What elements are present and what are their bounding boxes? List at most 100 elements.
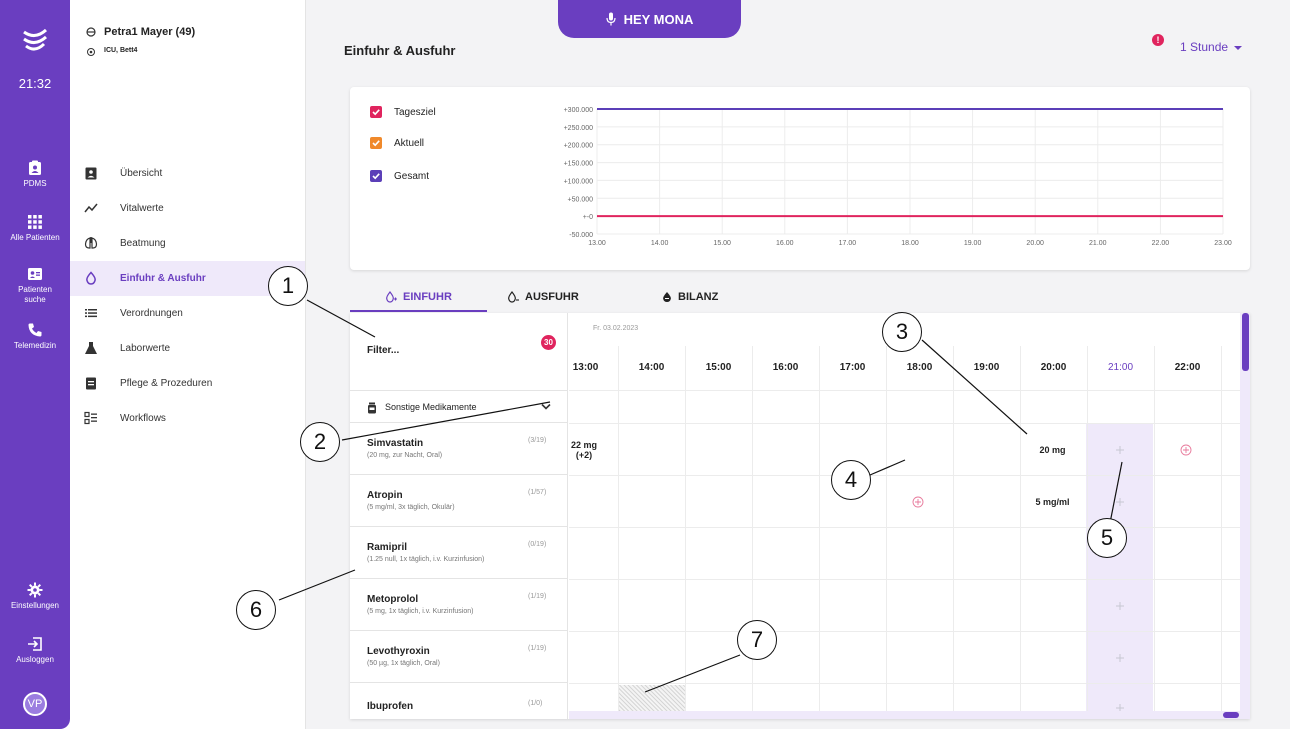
- medication-table: Filter... 30 Sonstige Medikamente Simvas…: [350, 313, 1250, 719]
- tab-ausfuhr[interactable]: AUSFUHR: [507, 283, 579, 311]
- medication-name: Simvastatin: [367, 438, 424, 449]
- callout-7: 7: [737, 620, 777, 660]
- chevron-down-icon[interactable]: [541, 403, 551, 411]
- grid-line-vertical: [1154, 346, 1155, 719]
- list-icon: [85, 309, 97, 318]
- x-tick-label: 16.00: [776, 240, 794, 247]
- nav-item-label: Laborwerte: [120, 343, 171, 354]
- tab-bilanz[interactable]: BILANZ: [662, 283, 718, 311]
- rail-einstellungen[interactable]: Einstellungen: [0, 582, 70, 611]
- gear-icon: [27, 582, 43, 598]
- nav-item-pflege-prozeduren[interactable]: Pflege & Prozeduren: [70, 366, 306, 401]
- hour-header: 21:00: [1107, 362, 1134, 373]
- callout-5: 5: [1087, 518, 1127, 558]
- filter-count-badge: 30: [541, 335, 556, 350]
- medication-row[interactable]: Atropin (5 mg/ml, 3x täglich, Okulär) (1…: [350, 475, 568, 527]
- line-chart: +300.000 +250.000 +200.000 +150.000 +100.000…: [564, 107, 1232, 247]
- x-tick-label: 22.00: [1152, 240, 1170, 247]
- x-tick-label: 18.00: [901, 240, 919, 247]
- rail-telemedizin[interactable]: Telemedizin: [0, 322, 70, 351]
- horizontal-scroll-thumb[interactable]: [1223, 712, 1239, 718]
- vertical-scroll-thumb[interactable]: [1242, 313, 1249, 371]
- vertical-scrollbar[interactable]: [1240, 313, 1250, 711]
- nav-item-beatmung[interactable]: Beatmung: [70, 226, 306, 261]
- chart-card: Tagesziel Aktuell Gesamt +300.000 +250.00…: [350, 87, 1250, 270]
- workflow-list-icon: [84, 411, 97, 425]
- medication-row[interactable]: Simvastatin (20 mg, zur Nacht, Oral) (3/…: [350, 423, 568, 475]
- x-tick-label: 21.00: [1089, 240, 1107, 247]
- alert-icon[interactable]: !: [1152, 34, 1164, 46]
- grid-line-vertical: [618, 346, 619, 719]
- x-tick-label: 23.00: [1214, 240, 1232, 247]
- interval-select[interactable]: 1 Stunde: [1180, 40, 1243, 54]
- add-circle-icon[interactable]: [1180, 444, 1192, 456]
- date-label: Fr. 03.02.2023: [593, 325, 639, 332]
- hour-header: 14:00: [638, 362, 665, 373]
- hour-header: 17:00: [839, 362, 866, 373]
- medication-dosage: (50 µg, 1x täglich, Oral): [367, 660, 440, 667]
- app-logo-icon: [23, 28, 48, 51]
- rail-alle-patienten[interactable]: Alle Patienten: [0, 214, 70, 243]
- dose-value[interactable]: 5 mg/ml: [1019, 497, 1086, 507]
- avatar[interactable]: VP: [23, 692, 47, 716]
- medication-count: (1/19): [528, 645, 547, 652]
- add-circle-icon[interactable]: [912, 496, 924, 508]
- medication-name: Levothyroxin: [367, 646, 430, 657]
- rail-ausloggen[interactable]: Ausloggen: [0, 636, 70, 665]
- voice-assistant-button[interactable]: HEY MONA: [558, 0, 741, 38]
- medication-count: (3/19): [528, 437, 547, 444]
- nav-item-laborwerte[interactable]: Laborwerte: [70, 331, 306, 366]
- dose-text: 22 mg: [570, 440, 597, 450]
- group-header[interactable]: Sonstige Medikamente: [350, 390, 568, 423]
- nav-item-label: Vitalwerte: [120, 203, 164, 214]
- y-tick-label: +200.000: [564, 143, 593, 150]
- filter-input[interactable]: Filter...: [367, 345, 399, 356]
- grid-line-vertical: [953, 346, 954, 719]
- current-hour-column: [1086, 423, 1153, 719]
- x-tick-label: 14.00: [651, 240, 669, 247]
- patient-location: ICU, Bett4: [104, 47, 138, 54]
- dose-value[interactable]: 20 mg: [1019, 445, 1086, 455]
- add-plus-icon[interactable]: [1115, 601, 1125, 611]
- add-plus-icon[interactable]: [1115, 445, 1125, 455]
- phone-icon: [28, 323, 42, 337]
- add-plus-icon[interactable]: [1115, 497, 1125, 507]
- tab-label: EINFUHR: [403, 291, 452, 303]
- nav-item-uebersicht[interactable]: Übersicht: [70, 156, 306, 191]
- medication-name: Atropin: [367, 490, 403, 501]
- callout-2: 2: [300, 422, 340, 462]
- nav-item-vitalwerte[interactable]: Vitalwerte: [70, 191, 306, 226]
- nav-item-workflows[interactable]: Workflows: [70, 401, 306, 436]
- rail-pdms[interactable]: PDMS: [0, 160, 70, 189]
- nav-item-verordnungen[interactable]: Verordnungen: [70, 296, 306, 331]
- dose-value[interactable]: 22 mg (+2): [569, 440, 599, 460]
- medication-name: Metoprolol: [367, 594, 419, 605]
- rail-patienten-suche[interactable]: Patienten suche: [0, 266, 70, 305]
- x-tick-label: 19.00: [964, 240, 982, 247]
- grid-icon: [28, 215, 42, 229]
- add-plus-icon[interactable]: [1115, 653, 1125, 663]
- flask-icon: [85, 342, 97, 354]
- patient-name: Petra1 Mayer (49): [104, 26, 196, 38]
- group-label: Sonstige Medikamente: [385, 401, 477, 412]
- droplet-plus-icon: [386, 291, 397, 303]
- dose-extra: (+2): [575, 450, 593, 460]
- nav-item-label: Workflows: [120, 413, 166, 424]
- lungs-icon: [84, 237, 98, 249]
- tab-label: AUSFUHR: [525, 291, 579, 303]
- caret-down-icon: [1234, 45, 1243, 50]
- horizontal-scrollbar[interactable]: [569, 711, 1250, 719]
- medication-count: (1/19): [528, 593, 547, 600]
- medication-row[interactable]: Levothyroxin (50 µg, 1x täglich, Oral) (…: [350, 631, 568, 683]
- nav-item-label: Beatmung: [120, 238, 166, 249]
- logout-icon: [28, 637, 42, 651]
- tab-einfuhr[interactable]: EINFUHR: [385, 283, 452, 311]
- medication-row[interactable]: Metoprolol (5 mg, 1x täglich, i.v. Kurzi…: [350, 579, 568, 631]
- medication-row[interactable]: Ibuprofen (1/0): [350, 683, 568, 719]
- grid-line-vertical: [685, 346, 686, 719]
- medication-row[interactable]: Ramipril (1.25 null, 1x täglich, i.v. Ku…: [350, 527, 568, 579]
- y-tick-label: -50.000: [569, 232, 593, 239]
- id-card-icon: [28, 268, 42, 280]
- schedule-grid: Fr. 03.02.2023 22 mg (+2) 20 mg 5 mg/ml 1…: [569, 313, 1250, 719]
- grid-line-horizontal: [569, 527, 1250, 528]
